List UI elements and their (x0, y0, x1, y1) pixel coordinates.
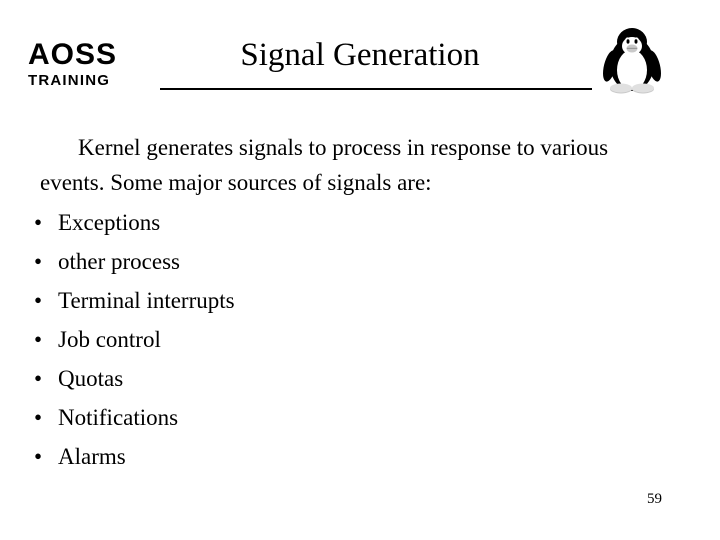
list-item-label: Quotas (58, 366, 124, 391)
list-item: • Job control (18, 320, 720, 359)
list-item: • other process (18, 242, 720, 281)
list-item: • Alarms (18, 437, 720, 476)
list-item-label: Exceptions (58, 210, 161, 235)
list-item: • Exceptions (18, 203, 720, 242)
page-number: 59 (647, 491, 662, 507)
slide-body: Kernel generates signals to process in r… (0, 130, 720, 476)
list-item-label: other process (58, 249, 180, 274)
bullet-icon: • (34, 288, 43, 313)
bullet-icon: • (34, 327, 43, 352)
slide-header: AOSS TRAINING Signal Generation (0, 0, 720, 112)
list-item: • Quotas (18, 359, 720, 398)
list-item-label: Job control (58, 327, 161, 352)
list-item: • Terminal interrupts (18, 281, 720, 320)
list-item-label: Notifications (58, 405, 179, 430)
bullet-icon: • (34, 366, 43, 391)
logo-sub-text: TRAINING (28, 72, 111, 89)
list-item: • Notifications (18, 398, 720, 437)
linux-tux-penguin-icon (592, 26, 672, 94)
intro-paragraph: Kernel generates signals to process in r… (40, 135, 609, 195)
bullet-list: • Exceptions • other process • Terminal … (0, 203, 720, 476)
slide: AOSS TRAINING Signal Generation Kernel g… (0, 0, 720, 540)
bullet-icon: • (34, 405, 43, 430)
bullet-icon: • (34, 249, 43, 274)
bullet-icon: • (34, 444, 43, 469)
title-divider (160, 88, 592, 90)
list-item-label: Alarms (58, 444, 126, 469)
list-item-label: Terminal interrupts (58, 288, 235, 313)
bullet-icon: • (34, 210, 43, 235)
